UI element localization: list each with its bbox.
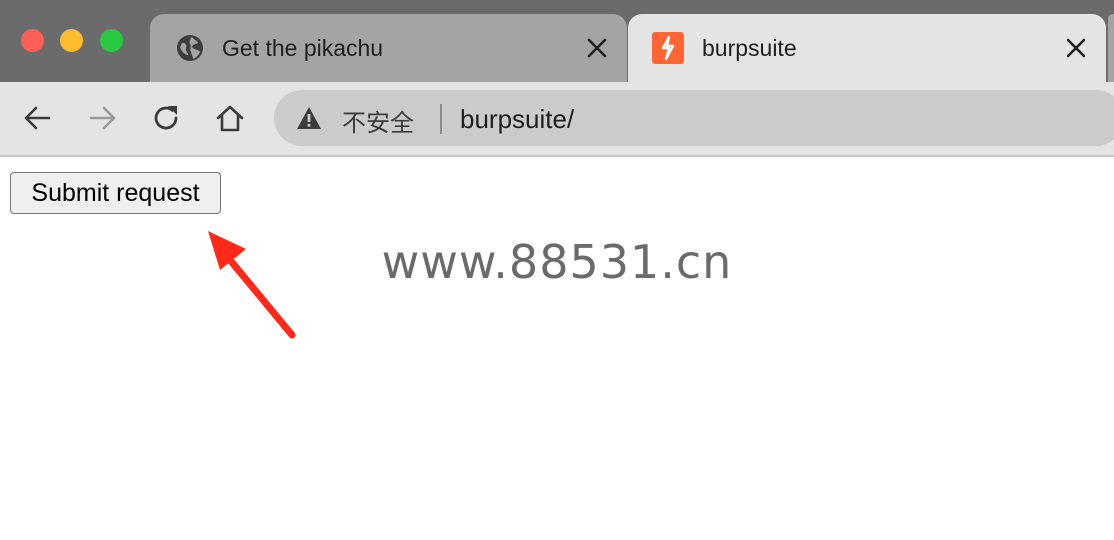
security-status-label[interactable]: 不安全 <box>342 103 414 138</box>
window-close-button[interactable] <box>21 29 44 52</box>
annotation-arrow-icon <box>208 231 296 339</box>
url-text[interactable]: burpsuite/ <box>460 104 574 135</box>
browser-toolbar: 不安全 burpsuite/ <box>0 82 1114 157</box>
close-tab-icon[interactable] <box>1064 36 1088 60</box>
reload-icon[interactable] <box>150 102 182 134</box>
forward-icon[interactable] <box>86 102 118 134</box>
submit-request-button[interactable]: Submit request <box>10 172 221 214</box>
tab-title: burpsuite <box>702 34 797 61</box>
tab-strip: Get the pikachu burpsuite <box>0 0 1114 82</box>
tab-get-the-pikachu[interactable]: Get the pikachu <box>150 14 627 82</box>
globe-icon <box>177 35 203 61</box>
burpsuite-icon <box>652 32 684 64</box>
tab-overflow-edge <box>1108 14 1114 82</box>
address-divider <box>440 104 442 134</box>
tab-title: Get the pikachu <box>222 34 384 61</box>
window-maximize-button[interactable] <box>100 29 123 52</box>
tab-burpsuite[interactable]: burpsuite <box>628 14 1106 82</box>
back-icon[interactable] <box>22 102 54 134</box>
browser-window: Get the pikachu burpsuite 不安全 burpsuite/… <box>0 0 1114 540</box>
window-minimize-button[interactable] <box>60 29 83 52</box>
warning-icon[interactable] <box>296 106 322 130</box>
page-content: Submit request www.88531.cn <box>0 157 1114 540</box>
watermark-text: www.88531.cn <box>381 235 733 289</box>
close-tab-icon[interactable] <box>585 36 609 60</box>
home-icon[interactable] <box>214 102 246 134</box>
address-bar[interactable]: 不安全 burpsuite/ <box>274 90 1114 146</box>
